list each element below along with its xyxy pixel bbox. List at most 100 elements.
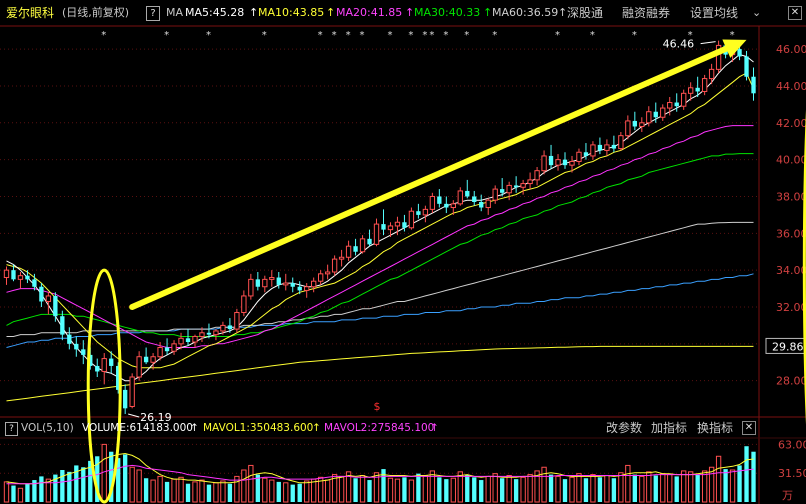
candle-body bbox=[178, 337, 184, 345]
change-params-button[interactable]: 改参数 bbox=[606, 418, 642, 438]
candle-body bbox=[297, 286, 302, 291]
volume-bar bbox=[67, 471, 72, 502]
volume-bar bbox=[688, 471, 694, 503]
y-tick-label: 44.00 bbox=[776, 80, 806, 93]
ma20-arrow-icon: ↑ bbox=[405, 6, 415, 19]
candlestick bbox=[25, 270, 30, 284]
volume-bar bbox=[646, 471, 652, 503]
candlestick bbox=[744, 50, 749, 81]
candle-body bbox=[60, 316, 65, 335]
volume-unit-label: 万 bbox=[782, 489, 793, 502]
candle-body bbox=[39, 286, 44, 302]
candle-body bbox=[681, 92, 687, 107]
candle-body bbox=[737, 49, 742, 57]
candlestick bbox=[39, 283, 44, 307]
candle-body bbox=[206, 332, 212, 335]
candlestick bbox=[444, 196, 449, 214]
candlestick bbox=[520, 179, 526, 195]
candle-body bbox=[67, 334, 72, 344]
candle-body bbox=[32, 279, 37, 287]
candle-body bbox=[500, 189, 505, 193]
volume-bar bbox=[500, 478, 505, 502]
volume-bar bbox=[422, 474, 429, 503]
candle-body bbox=[157, 347, 163, 358]
candlestick bbox=[555, 154, 561, 171]
candle-body bbox=[695, 87, 700, 92]
candlestick bbox=[611, 135, 617, 153]
stock-name[interactable]: 爱尔眼科 bbox=[6, 0, 54, 26]
candle-body bbox=[520, 183, 526, 188]
candlestick bbox=[576, 148, 582, 166]
candlestick bbox=[129, 373, 135, 409]
volume-value: VOLUME:614183.000 bbox=[82, 422, 193, 434]
event-marker-icon: * bbox=[688, 30, 693, 41]
candlestick bbox=[715, 40, 722, 74]
volume-indicator-title: VOL(5,10) bbox=[21, 422, 74, 434]
help-icon[interactable]: ? bbox=[146, 6, 160, 21]
close-icon[interactable]: ✕ bbox=[788, 6, 802, 20]
candle-body bbox=[331, 258, 338, 273]
candle-body bbox=[597, 144, 603, 151]
candlestick bbox=[604, 139, 610, 156]
ma-label: MA bbox=[166, 6, 184, 19]
candlestick bbox=[548, 144, 554, 169]
volume-bar bbox=[129, 466, 135, 503]
ma60-value: MA60:36.59 bbox=[492, 6, 559, 19]
candle-body bbox=[123, 389, 128, 409]
high-price-pointer bbox=[700, 41, 716, 45]
volume-tick-label: 63.00 bbox=[778, 438, 806, 451]
candle-body bbox=[555, 159, 561, 166]
candle-body bbox=[269, 277, 275, 280]
volume-bar bbox=[597, 477, 603, 502]
volume-bar bbox=[136, 469, 142, 503]
candlestick bbox=[681, 89, 687, 110]
candlestick bbox=[359, 235, 366, 254]
candle-body bbox=[444, 203, 449, 208]
volume-bar bbox=[199, 479, 205, 503]
volume-bar bbox=[338, 475, 345, 503]
add-indicator-button[interactable]: 加指标 bbox=[651, 418, 687, 438]
candle-body bbox=[541, 155, 547, 172]
candle-body bbox=[185, 338, 191, 342]
ma30-value: MA30:40.33 bbox=[414, 6, 481, 19]
candle-body bbox=[74, 343, 79, 350]
volume-bar bbox=[192, 481, 198, 503]
mavol2-arrow-icon: ↑ bbox=[430, 422, 439, 434]
chevron-down-icon[interactable]: ⌄ bbox=[752, 0, 761, 26]
candle-body bbox=[3, 269, 10, 279]
volume-bar bbox=[450, 477, 456, 503]
help-icon[interactable]: ? bbox=[5, 422, 18, 436]
volume-bar bbox=[513, 479, 519, 502]
signal-marker: $ bbox=[374, 400, 381, 413]
candle-body bbox=[674, 102, 679, 107]
volume-bar bbox=[695, 474, 700, 502]
margin-trading-link[interactable]: 融资融券 bbox=[622, 0, 670, 26]
candle-body bbox=[429, 195, 436, 210]
candle-body bbox=[506, 184, 512, 194]
candlestick bbox=[381, 209, 386, 236]
volume-bar bbox=[472, 477, 477, 502]
volume-bar bbox=[667, 474, 673, 503]
candle-body bbox=[136, 356, 142, 378]
candlestick bbox=[150, 353, 156, 370]
candle-body bbox=[53, 295, 58, 317]
volume-bar bbox=[60, 470, 65, 502]
candlestick bbox=[590, 141, 596, 160]
ma-settings-button[interactable]: 设置均线 bbox=[690, 0, 738, 26]
volume-bar bbox=[353, 478, 358, 502]
event-marker-icon: * bbox=[464, 30, 469, 41]
candle-body bbox=[408, 210, 415, 229]
candle-body bbox=[479, 202, 484, 208]
event-marker-icon: * bbox=[422, 30, 427, 41]
volume-bar bbox=[674, 476, 679, 502]
close-icon[interactable]: ✕ bbox=[742, 421, 756, 435]
candle-body bbox=[653, 111, 658, 118]
candle-body bbox=[227, 325, 233, 330]
candlestick bbox=[485, 198, 491, 215]
event-marker-icon: * bbox=[332, 30, 337, 41]
hk-connect-link[interactable]: 深股通 bbox=[567, 0, 603, 26]
candle-body bbox=[283, 282, 289, 286]
candlestick bbox=[541, 150, 547, 175]
candle-body bbox=[304, 286, 310, 291]
switch-indicator-button[interactable]: 换指标 bbox=[697, 418, 733, 438]
